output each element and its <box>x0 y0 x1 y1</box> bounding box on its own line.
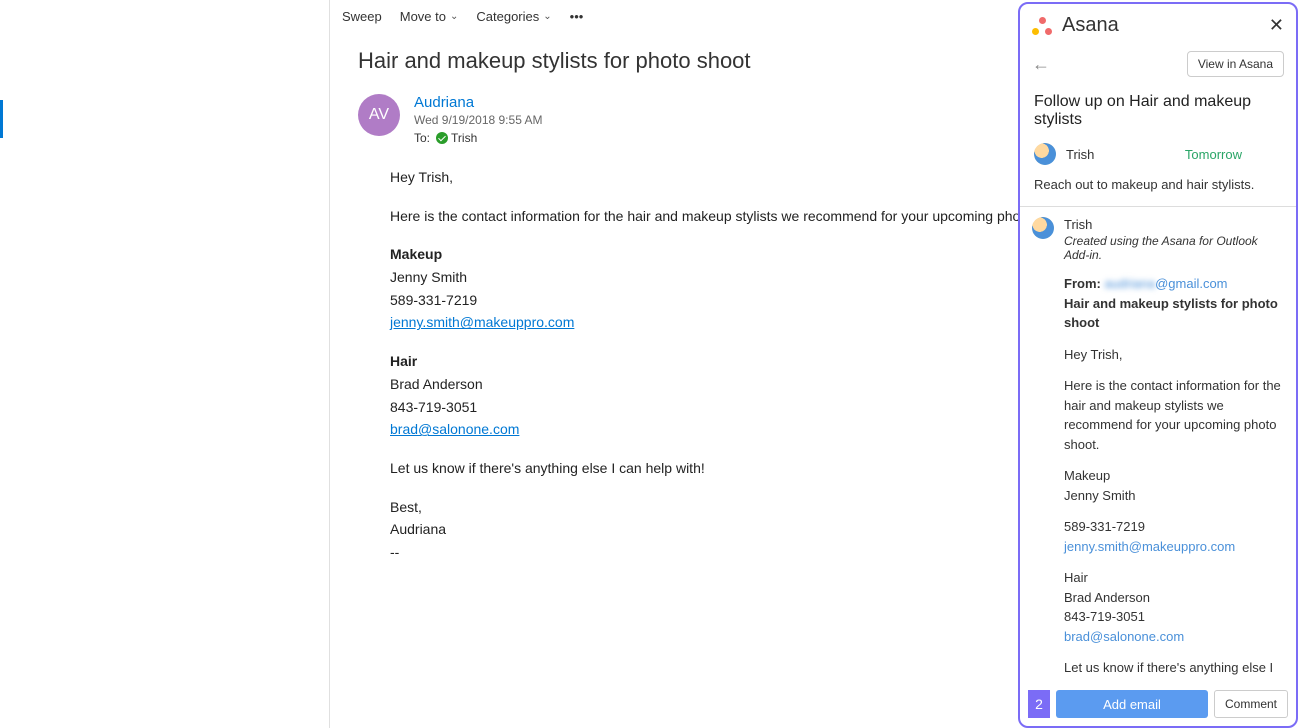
sweep-button[interactable]: Sweep <box>342 9 382 24</box>
back-button[interactable]: ← <box>1032 54 1050 75</box>
categories-button[interactable]: Categories ⌄ <box>476 9 551 24</box>
to-label: To: <box>414 131 430 145</box>
assignee-avatar <box>1034 143 1056 165</box>
view-in-asana-button[interactable]: View in Asana <box>1187 51 1284 77</box>
sender-name[interactable]: Audriana <box>414 94 1035 111</box>
more-actions-button[interactable]: ••• <box>570 9 584 24</box>
from-email-blurred: audriana <box>1104 276 1155 291</box>
add-email-button[interactable]: Add email <box>1056 690 1208 718</box>
sender-avatar: AV <box>358 94 400 136</box>
from-label: From: <box>1064 276 1101 291</box>
sent-date: Wed 9/19/2018 9:55 AM <box>414 113 1035 127</box>
chevron-down-icon: ⌄ <box>450 11 458 22</box>
comment-button[interactable]: Comment <box>1214 690 1288 718</box>
asana-panel: Asana ✕ ← View in Asana Follow up on Hai… <box>1018 2 1298 728</box>
from-email-link[interactable]: @gmail.com <box>1155 276 1227 291</box>
makeup-email-link[interactable]: jenny.smith@makeuppro.com <box>390 314 574 330</box>
close-button[interactable]: ✕ <box>1269 15 1284 36</box>
commenter-avatar <box>1032 217 1054 239</box>
chevron-down-icon: ⌄ <box>543 11 551 22</box>
move-to-button[interactable]: Move to ⌄ <box>400 9 459 24</box>
task-description: Reach out to makeup and hair stylists. <box>1020 173 1296 206</box>
comments-section[interactable]: Trish Created using the Asana for Outloo… <box>1020 207 1296 682</box>
embedded-hair-email-link[interactable]: brad@salonone.com <box>1064 629 1184 644</box>
task-title: Follow up on Hair and makeup stylists <box>1020 87 1296 135</box>
asana-logo-icon <box>1032 17 1052 35</box>
asana-brand: Asana <box>1032 14 1119 37</box>
presence-icon <box>436 132 448 144</box>
due-date[interactable]: Tomorrow <box>1185 147 1242 162</box>
embedded-subject: Hair and makeup stylists for photo shoot <box>1064 296 1278 331</box>
mail-list-pane <box>0 0 330 728</box>
selected-item-indicator <box>0 100 3 138</box>
commenter-name: Trish <box>1064 217 1284 232</box>
hair-email-link[interactable]: brad@salonone.com <box>390 421 519 437</box>
assignee-name: Trish <box>1066 147 1094 162</box>
annotation-badge-2: 2 <box>1028 690 1050 718</box>
embedded-makeup-email-link[interactable]: jenny.smith@makeuppro.com <box>1064 539 1235 554</box>
comment-meta: Created using the Asana for Outlook Add-… <box>1064 234 1284 262</box>
recipient[interactable]: Trish <box>436 131 477 145</box>
